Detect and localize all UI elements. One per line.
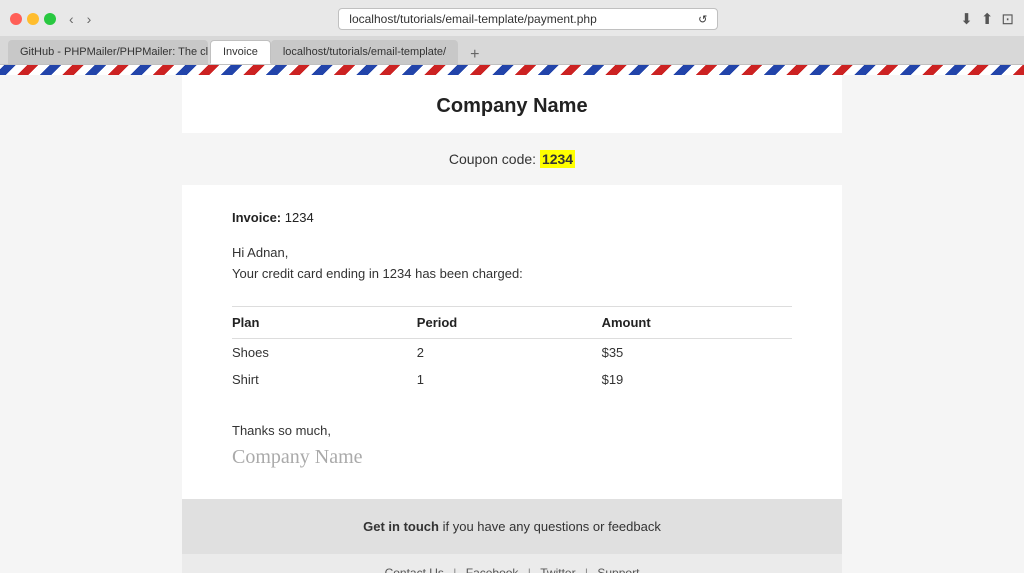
- row1-period: 2: [417, 339, 602, 367]
- tab-invoice[interactable]: Invoice: [210, 40, 271, 64]
- footer-cta-rest: if you have any questions or feedback: [439, 519, 661, 534]
- header-period: Period: [417, 307, 602, 339]
- browser-actions: ⬇ ⬆ ⊡: [960, 10, 1014, 28]
- tab-github[interactable]: GitHub - PHPMailer/PHPMailer: The classi…: [8, 40, 208, 64]
- contact-us-link[interactable]: Contact Us: [385, 566, 444, 573]
- row1-plan: Shoes: [232, 339, 417, 367]
- support-link[interactable]: Support: [597, 566, 639, 573]
- url-text: localhost/tutorials/email-template/payme…: [349, 12, 596, 26]
- thanks-text: Thanks so much,: [232, 423, 792, 438]
- maximize-button[interactable]: [44, 13, 56, 25]
- separator-2: |: [528, 566, 534, 573]
- signature: Company Name: [232, 446, 792, 469]
- fullscreen-button[interactable]: ⊡: [1001, 10, 1014, 28]
- back-button[interactable]: ‹: [64, 9, 79, 29]
- coupon-code: 1234: [540, 150, 575, 168]
- row2-period: 1: [417, 366, 602, 393]
- share-button[interactable]: ⬆: [981, 10, 994, 28]
- greeting: Hi Adnan,: [232, 245, 792, 260]
- address-bar[interactable]: localhost/tutorials/email-template/payme…: [338, 8, 718, 30]
- facebook-link[interactable]: Facebook: [466, 566, 519, 573]
- window-controls: [10, 13, 56, 25]
- reload-icon[interactable]: ↺: [698, 13, 707, 26]
- page-content: Company Name Coupon code: 1234 Invoice: …: [0, 75, 1024, 573]
- nav-buttons: ‹ ›: [64, 9, 96, 29]
- email-container: Company Name Coupon code: 1234 Invoice: …: [182, 75, 842, 573]
- separator-3: |: [585, 566, 591, 573]
- forward-button[interactable]: ›: [82, 9, 97, 29]
- invoice-number-line: Invoice: 1234: [232, 210, 792, 225]
- email-header: Company Name: [182, 75, 842, 133]
- coupon-label: Coupon code:: [449, 151, 536, 167]
- browser-chrome: ‹ › localhost/tutorials/email-template/p…: [0, 0, 1024, 65]
- tab-local[interactable]: localhost/tutorials/email-template/: [271, 40, 458, 64]
- invoice-body: Invoice: 1234 Hi Adnan, Your credit card…: [182, 185, 842, 499]
- tab-add-button[interactable]: +: [464, 46, 485, 64]
- separator-1: |: [453, 566, 459, 573]
- invoice-table: Plan Period Amount Shoes 2 $35 Shirt 1 $…: [232, 306, 792, 393]
- table-header-row: Plan Period Amount: [232, 307, 792, 339]
- tab-local-label: localhost/tutorials/email-template/: [283, 46, 446, 58]
- twitter-link[interactable]: Twitter: [540, 566, 575, 573]
- footer-cta-bold: Get in touch: [363, 519, 439, 534]
- header-amount: Amount: [602, 307, 792, 339]
- row1-amount: $35: [602, 339, 792, 367]
- header-plan: Plan: [232, 307, 417, 339]
- company-name: Company Name: [182, 95, 842, 118]
- title-bar: ‹ › localhost/tutorials/email-template/p…: [0, 0, 1024, 36]
- tab-github-label: GitHub - PHPMailer/PHPMailer: The classi…: [20, 46, 208, 58]
- tabs-bar: GitHub - PHPMailer/PHPMailer: The classi…: [0, 36, 1024, 64]
- invoice-number-value: 1234: [285, 210, 314, 225]
- footer-cta: Get in touch if you have any questions o…: [182, 499, 842, 554]
- row2-amount: $19: [602, 366, 792, 393]
- tab-invoice-label: Invoice: [223, 46, 258, 58]
- airmail-border: [0, 65, 1024, 75]
- download-button[interactable]: ⬇: [960, 10, 973, 28]
- row2-plan: Shirt: [232, 366, 417, 393]
- address-bar-container: localhost/tutorials/email-template/payme…: [104, 8, 952, 30]
- table-row: Shirt 1 $19: [232, 366, 792, 393]
- invoice-label: Invoice:: [232, 210, 281, 225]
- minimize-button[interactable]: [27, 13, 39, 25]
- close-button[interactable]: [10, 13, 22, 25]
- table-row: Shoes 2 $35: [232, 339, 792, 367]
- charge-text: Your credit card ending in 1234 has been…: [232, 266, 792, 281]
- coupon-section: Coupon code: 1234: [182, 133, 842, 185]
